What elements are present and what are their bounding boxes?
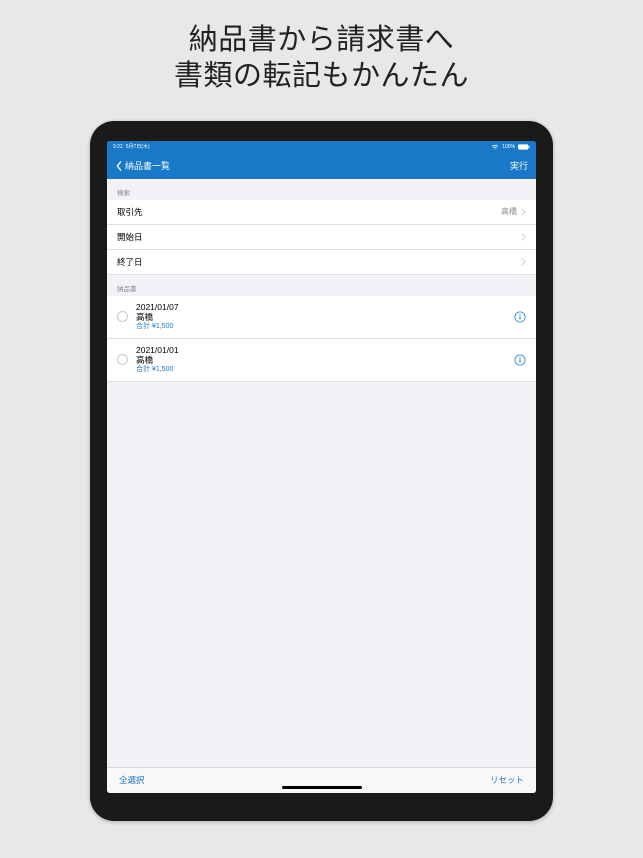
radio-unchecked-icon[interactable] bbox=[117, 311, 128, 322]
radio-unchecked-icon[interactable] bbox=[117, 354, 128, 365]
status-time: 9:22 bbox=[113, 144, 123, 150]
reset-button[interactable]: リセット bbox=[490, 774, 524, 786]
start-date-label: 開始日 bbox=[117, 231, 143, 243]
info-icon[interactable] bbox=[514, 311, 526, 323]
client-value: 高橋 bbox=[501, 206, 517, 217]
back-label: 納品書一覧 bbox=[125, 159, 170, 172]
headline-line2: 書類の転記もかんたん bbox=[174, 58, 469, 94]
promo-headline: 納品書から請求書へ 書類の転記もかんたん bbox=[174, 22, 469, 95]
list-header: 納品書 bbox=[107, 275, 536, 296]
item-client: 高橋 bbox=[136, 312, 506, 323]
end-date-label: 終了日 bbox=[117, 256, 143, 268]
end-date-cell[interactable]: 終了日 bbox=[107, 250, 536, 275]
home-indicator[interactable] bbox=[282, 786, 362, 789]
list-item[interactable]: 2021/01/01 高橋 合計 ¥1,500 bbox=[107, 339, 536, 382]
item-date: 2021/01/01 bbox=[136, 345, 506, 356]
select-all-button[interactable]: 全選択 bbox=[119, 774, 145, 786]
info-icon[interactable] bbox=[514, 354, 526, 366]
chevron-right-icon bbox=[521, 233, 526, 241]
nav-bar: 納品書一覧 実行 bbox=[107, 153, 536, 179]
item-total: 合計 ¥1,500 bbox=[136, 366, 506, 375]
chevron-left-icon bbox=[115, 161, 123, 171]
tablet-frame: 9:22 5月7日(木) 100% 納品書一覧 実行 検索 取引先 高橋 bbox=[90, 121, 553, 821]
execute-button[interactable]: 実行 bbox=[510, 159, 528, 172]
battery-icon bbox=[518, 144, 530, 150]
item-total: 合計 ¥1,500 bbox=[136, 323, 506, 332]
item-date: 2021/01/07 bbox=[136, 302, 506, 313]
back-button[interactable]: 納品書一覧 bbox=[115, 159, 170, 172]
item-client: 高橋 bbox=[136, 355, 506, 366]
screen: 9:22 5月7日(木) 100% 納品書一覧 実行 検索 取引先 高橋 bbox=[107, 141, 536, 793]
start-date-cell[interactable]: 開始日 bbox=[107, 225, 536, 250]
list-item[interactable]: 2021/01/07 高橋 合計 ¥1,500 bbox=[107, 296, 536, 339]
chevron-right-icon bbox=[521, 208, 526, 216]
filter-header: 検索 bbox=[107, 179, 536, 200]
content-spacer bbox=[107, 382, 536, 767]
headline-line1: 納品書から請求書へ bbox=[174, 22, 469, 58]
client-cell[interactable]: 取引先 高橋 bbox=[107, 200, 536, 225]
battery-percent: 100% bbox=[502, 144, 515, 150]
wifi-icon bbox=[491, 144, 499, 150]
status-bar: 9:22 5月7日(木) 100% bbox=[107, 141, 536, 153]
chevron-right-icon bbox=[521, 258, 526, 266]
bottom-toolbar: 全選択 リセット bbox=[107, 767, 536, 793]
status-date: 5月7日(木) bbox=[126, 143, 150, 150]
client-label: 取引先 bbox=[117, 206, 143, 218]
